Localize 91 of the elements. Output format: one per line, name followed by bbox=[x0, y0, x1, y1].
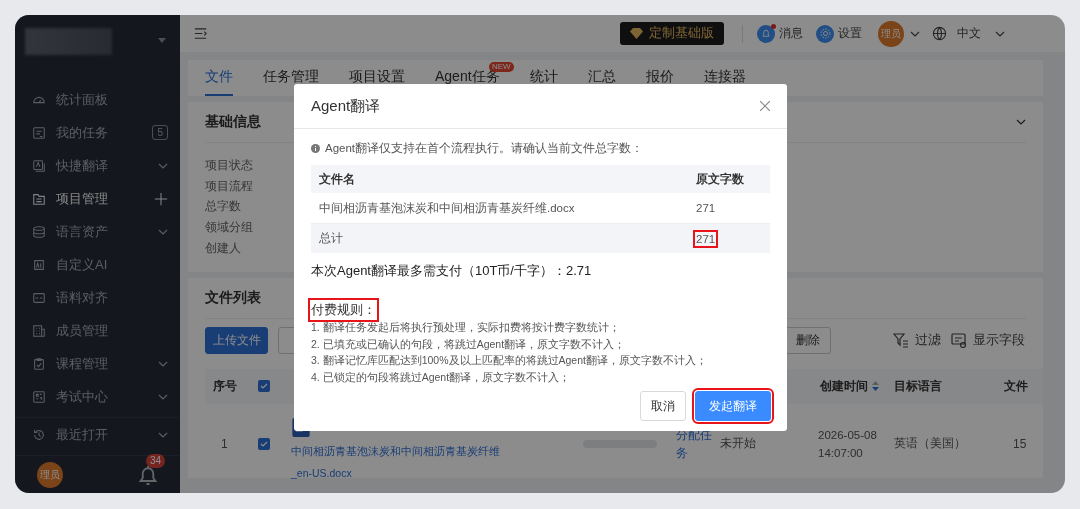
column-header: 文件 bbox=[1004, 377, 1028, 395]
clipboard-check-icon bbox=[32, 356, 46, 371]
chevron-down-icon bbox=[158, 393, 168, 400]
filter-icon bbox=[893, 332, 909, 348]
chevron-down-icon bbox=[158, 431, 168, 438]
rule-text: 3. 翻译记忆库匹配达到100%及以上匹配率的将跳过Agent翻译，原文字数不计入； bbox=[311, 353, 708, 369]
field-label: 项目流程 bbox=[205, 177, 254, 195]
sidebar-item[interactable]: 统计面板 bbox=[15, 83, 180, 116]
field-label: 领域分组 bbox=[205, 219, 254, 237]
table-cell: 中间相沥青基泡沫炭和中间相沥青基炭纤维.docx bbox=[319, 200, 575, 216]
sidebar-item[interactable]: 考试中心 bbox=[15, 380, 180, 413]
status-text: 未开始 bbox=[720, 435, 756, 452]
checkbox[interactable] bbox=[258, 380, 270, 392]
sidebar-item[interactable]: 项目管理 bbox=[15, 182, 180, 215]
plus-icon bbox=[154, 191, 168, 206]
close-icon[interactable] bbox=[760, 101, 770, 111]
chevron-down-icon bbox=[158, 228, 168, 235]
user-avatar[interactable]: 理员 bbox=[37, 461, 63, 488]
notice-text: Agent翻译仅支持在首个流程执行。请确认当前文件总字数： bbox=[325, 141, 644, 156]
display-fields-button[interactable]: 显示字段 bbox=[951, 331, 1025, 349]
sidebar-item[interactable]: 课程管理 bbox=[15, 347, 180, 380]
field-label: 创建人 bbox=[205, 239, 242, 257]
folder-icon bbox=[32, 191, 46, 206]
tab[interactable]: 文件 bbox=[205, 60, 233, 96]
align-icon bbox=[32, 290, 46, 305]
chevron-down-icon bbox=[158, 360, 168, 367]
info-icon bbox=[311, 144, 320, 153]
history-icon bbox=[32, 427, 46, 442]
plan-button[interactable]: 定制基础版 bbox=[620, 22, 724, 45]
table-cell: 271 bbox=[696, 202, 716, 214]
field-label: 总字数 bbox=[205, 198, 242, 216]
total-count: 271 bbox=[696, 232, 716, 245]
dialog-title: Agent翻译 bbox=[311, 96, 381, 116]
menu-icon bbox=[193, 26, 208, 41]
rules-title: 付费规则： bbox=[311, 301, 376, 319]
section-title: 文件列表 bbox=[205, 288, 261, 307]
sidebar-item[interactable]: 语言资产 bbox=[15, 215, 180, 248]
chevron-down-icon bbox=[158, 162, 168, 169]
table-cell-text: 2026-05-08 14:07:00 bbox=[818, 427, 878, 461]
user-avatar[interactable]: 理员 bbox=[878, 20, 904, 47]
column-header: 原文字数 bbox=[696, 171, 744, 187]
globe-icon bbox=[932, 26, 947, 41]
database-icon bbox=[32, 224, 46, 239]
ai-chip-icon bbox=[32, 257, 46, 272]
column-header: 文件名 bbox=[319, 171, 355, 187]
section-title: 基础信息 bbox=[205, 113, 261, 131]
table-cell: 1 bbox=[221, 436, 228, 451]
fields-icon bbox=[951, 332, 967, 348]
language-selector[interactable]: 中文 bbox=[932, 25, 1005, 42]
cancel-button[interactable]: 取消 bbox=[640, 391, 686, 421]
sort-icon[interactable] bbox=[872, 381, 879, 391]
column-header: 目标语言 bbox=[894, 377, 942, 395]
messages-button[interactable]: 消息 bbox=[757, 24, 803, 43]
sidebar-item[interactable]: 自定义AI bbox=[15, 248, 180, 281]
file-link[interactable]: 中间相沥青基泡沫炭和中间相沥青基炭纤维_en-US.docx bbox=[291, 439, 505, 484]
new-badge: NEW bbox=[488, 62, 514, 72]
checkbox[interactable] bbox=[258, 437, 270, 450]
bell-icon bbox=[760, 27, 772, 40]
filter-button[interactable]: 过滤 bbox=[893, 331, 941, 349]
sidebar-item[interactable]: 快捷翻译 bbox=[15, 149, 180, 182]
tab[interactable]: 任务管理 bbox=[263, 60, 319, 96]
field-label: 项目状态 bbox=[205, 157, 254, 174]
total-label: 总计 bbox=[319, 231, 343, 246]
rule-text: 2. 已填充或已确认的句段，将跳过Agent翻译，原文字数不计入； bbox=[311, 336, 627, 352]
chevron-down-icon bbox=[910, 30, 920, 37]
grid-icon bbox=[32, 389, 46, 404]
sidebar-item[interactable]: 我的任务 5 bbox=[15, 116, 180, 149]
task-list-icon bbox=[32, 125, 46, 140]
start-translation-button[interactable]: 发起翻译 bbox=[695, 391, 771, 421]
table-cell: 15 bbox=[1013, 436, 1027, 451]
building-icon bbox=[32, 323, 46, 338]
delete-button[interactable]: 删除 bbox=[785, 326, 831, 354]
notification-badge: 34 bbox=[146, 453, 166, 468]
count-badge: 5 bbox=[152, 125, 168, 140]
settings-icon bbox=[818, 27, 832, 40]
sidebar-item[interactable]: 语料对齐 bbox=[15, 281, 180, 314]
collapse-chevron-icon bbox=[1016, 119, 1026, 125]
sidebar-item[interactable]: 最近打开 bbox=[15, 418, 180, 451]
cost-text: 本次Agent翻译最多需支付（10T币/千字）：2.71 bbox=[311, 262, 593, 280]
caret-icon[interactable] bbox=[158, 38, 166, 43]
rule-text: 4. 已锁定的句段将跳过Agent翻译，原文字数不计入； bbox=[311, 370, 572, 386]
column-header: 序号 bbox=[213, 377, 237, 395]
table-cell: 英语（美国） bbox=[894, 435, 966, 452]
translate-icon bbox=[32, 158, 46, 173]
chevron-down-icon bbox=[995, 30, 1005, 37]
diamond-icon bbox=[630, 28, 643, 39]
column-header[interactable]: 创建时间 bbox=[820, 377, 868, 395]
settings-button[interactable]: 设置 bbox=[816, 24, 862, 43]
upload-button[interactable]: 上传文件 bbox=[205, 326, 268, 354]
rule-text: 1. 翻译任务发起后将执行预处理，实际扣费将按计费字数统计； bbox=[311, 320, 621, 335]
sidebar-item[interactable]: 成员管理 bbox=[15, 314, 180, 347]
